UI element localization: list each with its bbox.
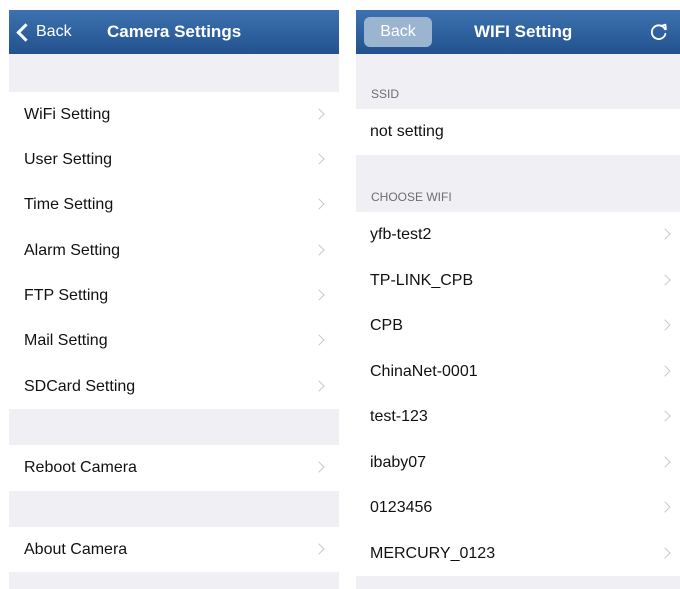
- chevron-right-icon: [659, 501, 671, 513]
- wifi-network-name: TP-LINK_CPB: [370, 271, 474, 289]
- chevron-right-icon: [313, 107, 325, 120]
- chevron-right-icon: [659, 410, 671, 422]
- refresh-icon[interactable]: [648, 21, 670, 43]
- wifi-setting-screen: Back WIFI Setting SSID not setting CHOOS…: [356, 10, 680, 589]
- menu-item-label: Time Setting: [24, 196, 114, 213]
- menu-item-ftp-setting[interactable]: FTP Setting: [9, 273, 339, 318]
- wifi-network-item[interactable]: TP-LINK_CPB: [356, 258, 680, 303]
- chevron-right-icon: [313, 542, 325, 555]
- menu-item-mail-setting[interactable]: Mail Setting: [9, 318, 339, 364]
- wifi-network-item[interactable]: ChinaNet-0001: [356, 349, 680, 394]
- wifi-network-item[interactable]: CPB: [356, 303, 680, 349]
- back-button[interactable]: Back: [15, 10, 72, 54]
- page-title: Camera Settings: [107, 22, 242, 41]
- chevron-right-icon: [313, 152, 325, 165]
- chevron-right-icon: [659, 273, 671, 286]
- chevron-right-icon: [659, 455, 671, 468]
- menu-item-label: User Setting: [24, 150, 113, 168]
- wifi-network-item[interactable]: MERCURY_0123: [356, 531, 680, 576]
- ssid-value-row: not setting: [356, 109, 680, 155]
- menu-item-label: SDCard Setting: [24, 377, 136, 395]
- wifi-network-item[interactable]: test-123: [356, 394, 680, 440]
- choose-wifi-section-header: CHOOSE WIFI: [371, 190, 452, 204]
- page-title: WIFI Setting: [474, 22, 573, 41]
- wifi-network-name: CPB: [370, 317, 403, 334]
- camera-settings-screen: Back Camera Settings WiFi Setting User S…: [9, 10, 339, 589]
- menu-item-label: About Camera: [24, 540, 128, 558]
- navigation-bar: Back WIFI Setting: [356, 10, 680, 54]
- chevron-right-icon: [659, 319, 671, 331]
- wifi-network-name: MERCURY_0123: [370, 544, 496, 562]
- wifi-network-item[interactable]: yfb-test2: [356, 212, 680, 258]
- chevron-right-icon: [313, 288, 325, 301]
- wifi-network-item[interactable]: 0123456: [356, 485, 680, 531]
- menu-item-label: FTP Setting: [24, 286, 109, 304]
- menu-item-alarm-setting[interactable]: Alarm Setting: [9, 228, 339, 273]
- wifi-network-name: yfb-test2: [370, 226, 432, 243]
- wifi-network-item[interactable]: ibaby07: [356, 440, 680, 485]
- wifi-network-name: test-123: [370, 408, 428, 425]
- menu-item-label: WiFi Setting: [24, 105, 111, 123]
- menu-item-label: Mail Setting: [24, 332, 108, 349]
- chevron-left-icon: [16, 22, 35, 42]
- chevron-right-icon: [659, 228, 671, 240]
- menu-item-time-setting[interactable]: Time Setting: [9, 182, 339, 228]
- ssid-section-header: SSID: [371, 87, 400, 101]
- back-button[interactable]: Back: [364, 17, 432, 47]
- menu-item-about-camera[interactable]: About Camera: [9, 527, 339, 572]
- chevron-right-icon: [313, 243, 325, 256]
- ssid-value: not setting: [370, 123, 444, 140]
- menu-item-label: Alarm Setting: [24, 241, 121, 259]
- chevron-right-icon: [313, 379, 325, 392]
- menu-item-label: Reboot Camera: [24, 459, 137, 476]
- menu-item-sdcard-setting[interactable]: SDCard Setting: [9, 364, 339, 409]
- menu-item-wifi-setting[interactable]: WiFi Setting: [9, 92, 339, 137]
- chevron-right-icon: [313, 198, 325, 210]
- wifi-network-name: ChinaNet-0001: [370, 362, 478, 380]
- menu-item-reboot-camera[interactable]: Reboot Camera: [9, 445, 339, 491]
- back-label: Back: [36, 23, 72, 40]
- menu-item-user-setting[interactable]: User Setting: [9, 137, 339, 182]
- navigation-bar: Back Camera Settings: [9, 10, 339, 54]
- chevron-right-icon: [659, 364, 671, 377]
- chevron-right-icon: [313, 461, 325, 473]
- wifi-network-name: 0123456: [370, 499, 433, 516]
- wifi-network-name: ibaby07: [370, 453, 427, 471]
- chevron-right-icon: [659, 546, 671, 559]
- chevron-right-icon: [313, 334, 325, 346]
